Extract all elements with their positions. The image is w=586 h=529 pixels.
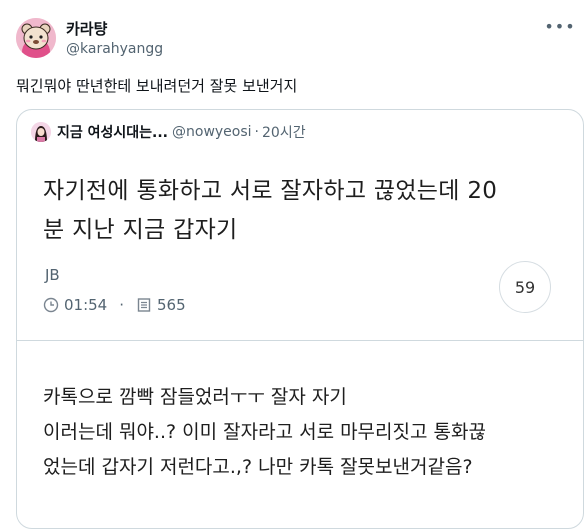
- author-handle[interactable]: @karahyangg: [66, 40, 163, 58]
- post-body: 카톡으로 깜빡 잠들었러ㅜㅜ 잘자 자기 이러는데 뭐야..? 이미 잘자라고 …: [43, 380, 563, 485]
- post-body-line: 었는데 갑자기 저런다고.,? 나만 카톡 잘못보낸거같음?: [43, 456, 473, 478]
- tweet-text: 뭐긴뭐야 딴년한테 보내려던거 잘못 보낸거지: [16, 77, 298, 95]
- quote-author-name[interactable]: 지금 여성시대는...: [57, 122, 168, 142]
- post-title-line: 자기전에 통화하고 서로 잘자하고 끊었는데 20: [43, 178, 498, 204]
- post-title-line: 분 지난 지금 갑자기: [43, 217, 238, 243]
- more-options-icon[interactable]: •••: [544, 14, 574, 38]
- post-title: 자기전에 통화하고 서로 잘자하고 끊었는데 20 분 지난 지금 갑자기: [43, 172, 553, 250]
- woman-avatar-icon: [31, 122, 51, 142]
- post-author: JB: [45, 266, 60, 284]
- quoted-image-post: 자기전에 통화하고 서로 잘자하고 끊었는데 20 분 지난 지금 갑자기 JB…: [17, 154, 583, 341]
- post-meta: 01:54 · 565: [43, 296, 186, 314]
- quote-timestamp[interactable]: 20시간: [262, 122, 306, 142]
- clock-icon: [43, 297, 59, 313]
- quote-card[interactable]: 지금 여성시대는... @nowyeosi · 20시간 자기전에 통화하고 서…: [16, 109, 584, 529]
- quote-header: 지금 여성시대는... @nowyeosi · 20시간: [31, 122, 306, 142]
- meta-separator: ·: [119, 296, 125, 314]
- post-time: 01:54: [64, 296, 108, 314]
- post-views: 565: [157, 296, 186, 314]
- bear-character-avatar-icon: [16, 18, 56, 58]
- separator-dot: ·: [254, 124, 259, 140]
- comment-count-badge: 59: [499, 261, 551, 313]
- avatar[interactable]: [16, 18, 56, 58]
- document-icon: [136, 297, 152, 313]
- author-name[interactable]: 카라턍: [66, 20, 107, 38]
- quote-avatar: [31, 122, 51, 142]
- quote-author-handle[interactable]: @nowyeosi: [172, 124, 252, 140]
- post-body-line: 이러는데 뭐야..? 이미 잘자라고 서로 마무리짓고 통화끊: [43, 421, 486, 443]
- post-body-line: 카톡으로 깜빡 잠들었러ㅜㅜ 잘자 자기: [43, 386, 347, 408]
